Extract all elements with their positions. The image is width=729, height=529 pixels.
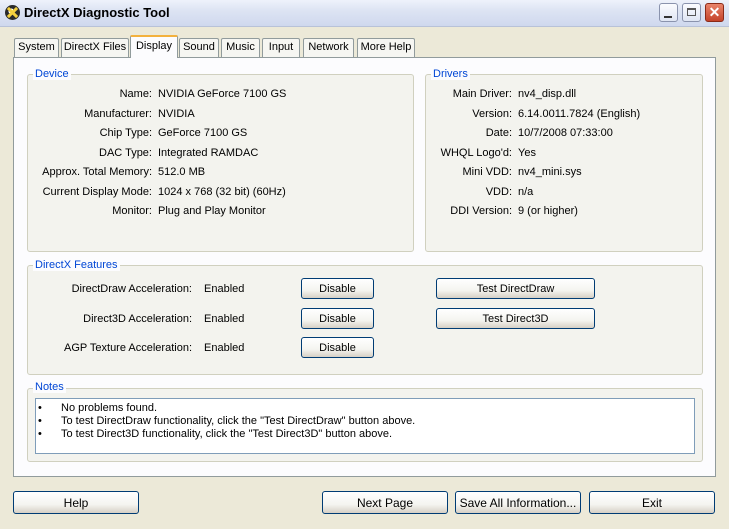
dac-type-value: Integrated RAMDAC [158,147,259,159]
help-button[interactable]: Help [13,491,139,514]
tab-display[interactable]: Display [130,35,178,58]
disable-direct3d-button[interactable]: Disable [301,308,374,329]
tab-directx-files[interactable]: DirectX Files [61,38,129,57]
close-icon: ✕ [708,4,721,20]
directdraw-acceleration-status: Enabled [204,283,245,295]
bullet-icon: • [38,402,42,414]
manufacturer-value: NVIDIA [158,108,195,120]
display-mode-value: 1024 x 768 (32 bit) (60Hz) [158,186,286,198]
dac-type-label: DAC Type: [99,147,152,159]
direct3d-acceleration-status: Enabled [204,313,245,325]
minimize-button[interactable] [659,3,678,22]
directx-icon [5,5,20,20]
minimize-icon [664,16,672,18]
exit-button[interactable]: Exit [589,491,715,514]
manufacturer-label: Manufacturer: [84,108,152,120]
maximize-button[interactable] [682,3,701,22]
directdraw-acceleration-label: DirectDraw Acceleration: [71,283,192,295]
ddi-version-label: DDI Version: [450,205,512,217]
window-title: DirectX Diagnostic Tool [24,5,170,20]
vdd-value: n/a [518,186,534,198]
whql-label: WHQL Logo'd: [440,147,512,159]
mini-vdd-label: Mini VDD: [462,166,512,178]
monitor-label: Monitor: [112,205,152,217]
tab-input[interactable]: Input [262,38,300,57]
chip-type-label: Chip Type: [99,127,152,139]
agp-texture-acceleration-status: Enabled [204,342,245,354]
display-mode-label: Current Display Mode: [42,186,152,198]
monitor-value: Plug and Play Monitor [158,205,266,217]
save-all-information-button[interactable]: Save All Information... [455,491,581,514]
chip-type-value: GeForce 7100 GS [158,127,248,139]
bullet-icon: • [38,428,42,440]
mini-vdd-value: nv4_mini.sys [518,166,582,178]
tab-network[interactable]: Network [303,38,354,57]
notes-title: Notes [33,381,66,393]
agp-texture-acceleration-label: AGP Texture Acceleration: [64,342,192,354]
date-value: 10/7/2008 07:33:00 [518,127,613,139]
tab-system[interactable]: System [14,38,59,57]
device-name-label: Name: [119,88,152,100]
main-driver-label: Main Driver: [452,88,512,100]
test-directdraw-button[interactable]: Test DirectDraw [436,278,595,299]
device-group-title: Device [33,68,71,80]
total-memory-value: 512.0 MB [158,166,206,178]
drivers-group-title: Drivers [431,68,470,80]
test-direct3d-button[interactable]: Test Direct3D [436,308,595,329]
maximize-icon [687,8,696,16]
disable-agp-button[interactable]: Disable [301,337,374,358]
tab-music[interactable]: Music [221,38,260,57]
directx-features-title: DirectX Features [33,259,120,271]
device-name-value: NVIDIA GeForce 7100 GS [158,88,287,100]
version-value: 6.14.0011.7824 (English) [518,108,641,120]
bullet-icon: • [38,415,42,427]
ddi-version-value: 9 (or higher) [518,205,578,217]
date-label: Date: [485,127,512,139]
drivers-group [425,74,703,252]
total-memory-label: Approx. Total Memory: [42,166,152,178]
tab-sound[interactable]: Sound [179,38,219,57]
close-button[interactable]: ✕ [705,3,724,22]
vdd-label: VDD: [485,186,512,198]
version-label: Version: [472,108,512,120]
next-page-button[interactable]: Next Page [322,491,448,514]
notes-textbox[interactable]: • No problems found. • To test DirectDra… [35,398,695,454]
disable-directdraw-button[interactable]: Disable [301,278,374,299]
whql-value: Yes [518,147,536,159]
main-driver-value: nv4_disp.dll [518,88,577,100]
device-group [27,74,414,252]
direct3d-acceleration-label: Direct3D Acceleration: [83,313,192,325]
tab-more-help[interactable]: More Help [357,38,415,57]
